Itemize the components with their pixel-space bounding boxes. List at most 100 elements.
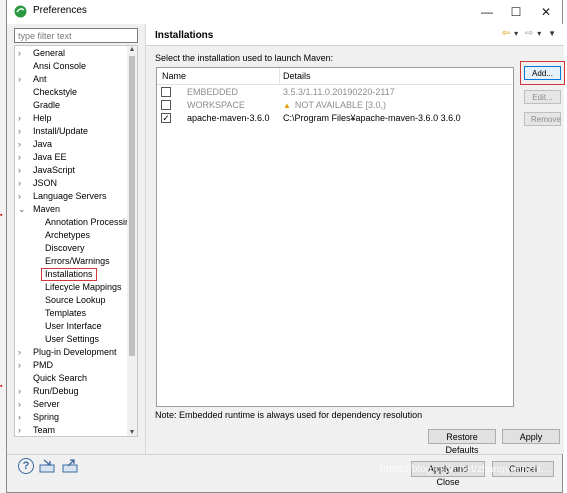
- tree-item-label: Run/Debug: [33, 386, 79, 396]
- tree-item-label: User Settings: [45, 334, 100, 344]
- footer-separator: [7, 454, 562, 455]
- table-row[interactable]: WORKSPACE ▲ NOT AVAILABLE [3.0,): [157, 99, 513, 112]
- warning-icon: ▲: [283, 101, 291, 110]
- tree-item-label: Ansi Console: [33, 61, 87, 71]
- back-arrow-icon[interactable]: ⇦: [502, 28, 510, 39]
- remove-button[interactable]: Remove: [524, 112, 561, 126]
- tree-item-label: Language Servers: [33, 191, 107, 201]
- page-title: Installations: [155, 30, 214, 41]
- chevron-right-icon[interactable]: ›: [18, 190, 26, 203]
- minimize-button[interactable]: —: [473, 2, 501, 22]
- page-description: Select the installation used to launch M…: [155, 53, 334, 63]
- table-row[interactable]: ✓ apache-maven-3.6.0 C:\Program Files¥apac…: [157, 112, 513, 125]
- tree-item-label: Archetypes: [45, 230, 91, 240]
- chevron-right-icon[interactable]: ›: [18, 138, 26, 151]
- table-header: Name Details: [157, 68, 513, 85]
- watermark-text: https://blog.csdn.net/zhangyuanzhi...: [380, 464, 550, 475]
- history-nav: ⇦ ▾ ⇨ ▾ ▼: [498, 28, 556, 39]
- installation-name: WORKSPACE: [187, 100, 245, 110]
- tree-item-label: Install/Update: [33, 126, 89, 136]
- preferences-window: Preferences — ☐ ✕ › General Ansi Console › A…: [6, 0, 565, 493]
- window-title: Preferences: [33, 5, 87, 16]
- tree-item-label: User Interface: [45, 321, 102, 331]
- tree-item-label: Gradle: [33, 100, 61, 110]
- tree-item-label: JavaScript: [33, 165, 76, 175]
- installations-table: Name Details EMBEDDED 3.5.3/1.11.0.201902…: [156, 67, 514, 407]
- view-menu-icon[interactable]: ▼: [548, 29, 556, 38]
- installation-name: EMBEDDED: [187, 87, 239, 97]
- tree-item-label: Quick Search: [33, 373, 88, 383]
- tree-item-label: Templates: [45, 308, 87, 318]
- chevron-right-icon[interactable]: ›: [18, 398, 26, 411]
- preferences-tree: › General Ansi Console › Ant Checkstyle Gradle…: [14, 45, 138, 437]
- installation-checkbox[interactable]: [161, 100, 171, 110]
- tree-item-label: Ant: [33, 74, 47, 84]
- column-header-details[interactable]: Details: [283, 71, 311, 81]
- installations-page: Installations ⇦ ▾ ⇨ ▾ ▼ Select the install…: [145, 24, 565, 455]
- close-button[interactable]: ✕: [532, 2, 560, 22]
- tree-item-label: General: [33, 48, 66, 58]
- help-icon[interactable]: ?: [18, 458, 34, 474]
- export-icon[interactable]: [62, 459, 78, 473]
- tree-item-label: Lifecycle Mappings: [45, 282, 122, 292]
- tree-item-label: JSON: [33, 178, 58, 188]
- tree-item-label: Server: [33, 399, 60, 409]
- import-icon[interactable]: [39, 459, 55, 473]
- chevron-right-icon[interactable]: ›: [18, 125, 26, 138]
- scroll-down-icon[interactable]: ▼: [127, 429, 137, 436]
- tree-item-label: Installations: [41, 268, 97, 281]
- installation-checkbox[interactable]: [161, 87, 171, 97]
- filter-input[interactable]: [14, 28, 138, 43]
- add-button[interactable]: Add...: [524, 66, 561, 80]
- tree-item-label: Spring: [33, 412, 60, 422]
- restore-defaults-button[interactable]: Restore Defaults: [428, 429, 496, 455]
- tree-item-label: Discovery: [45, 243, 85, 253]
- eclipse-app-icon: [14, 5, 27, 18]
- tree-item-label: Plug-in Development: [33, 347, 117, 357]
- column-divider[interactable]: [279, 68, 280, 85]
- tree-item-label: Java EE: [33, 152, 67, 162]
- installation-details: ▲ NOT AVAILABLE [3.0,): [283, 100, 386, 110]
- scroll-up-icon[interactable]: ▲: [127, 46, 137, 53]
- chevron-right-icon[interactable]: ›: [18, 47, 26, 60]
- chevron-down-icon[interactable]: ▾: [514, 29, 518, 38]
- table-row[interactable]: EMBEDDED 3.5.3/1.11.0.20190220-2117: [157, 86, 513, 99]
- chevron-right-icon[interactable]: ›: [18, 73, 26, 86]
- chevron-right-icon[interactable]: ›: [18, 385, 26, 398]
- scrollbar-thumb[interactable]: [129, 56, 135, 356]
- tree-item-label: Errors/Warnings: [45, 256, 110, 266]
- installation-details-text: NOT AVAILABLE [3.0,): [294, 100, 386, 110]
- maximize-button[interactable]: ☐: [502, 2, 530, 22]
- installation-name: apache-maven-3.6.0: [187, 113, 270, 123]
- chevron-right-icon[interactable]: ›: [18, 164, 26, 177]
- chevron-right-icon[interactable]: ›: [18, 411, 26, 424]
- title-bar: Preferences — ☐ ✕: [7, 0, 562, 24]
- chevron-right-icon[interactable]: ›: [18, 424, 26, 436]
- tree-item-label: Java: [33, 139, 53, 149]
- chevron-right-icon[interactable]: ›: [18, 346, 26, 359]
- tree-item-label: Checkstyle: [33, 87, 78, 97]
- tree-item-label: Annotation Processin: [45, 217, 131, 227]
- runtime-note: Note: Embedded runtime is always used fo…: [155, 410, 423, 420]
- installation-checkbox[interactable]: ✓: [161, 113, 171, 123]
- chevron-right-icon[interactable]: ›: [18, 151, 26, 164]
- chevron-right-icon[interactable]: ›: [18, 359, 26, 372]
- tree-item-label: PMD: [33, 360, 53, 370]
- tree-item-label: Maven: [33, 204, 61, 214]
- apply-button[interactable]: Apply: [502, 429, 560, 444]
- tree-item-label: Help: [33, 113, 52, 123]
- column-header-name[interactable]: Name: [162, 71, 186, 81]
- installation-details-text: 3.5.3/1.11.0.20190220-2117: [283, 87, 395, 97]
- tree-scrollbar[interactable]: ▲ ▼: [127, 46, 137, 436]
- chevron-right-icon[interactable]: ›: [18, 177, 26, 190]
- chevron-down-icon[interactable]: ▾: [537, 29, 541, 38]
- edit-button[interactable]: Edit...: [524, 90, 561, 104]
- installation-details: C:\Program Files¥apache-maven-3.6.0 3.6.…: [283, 113, 461, 123]
- chevron-right-icon[interactable]: ›: [18, 112, 26, 125]
- chevron-down-icon[interactable]: ⌄: [18, 203, 26, 216]
- tree-item-label: Source Lookup: [45, 295, 106, 305]
- forward-arrow-icon[interactable]: ⇨: [525, 28, 533, 39]
- installation-details: 3.5.3/1.11.0.20190220-2117: [283, 87, 395, 97]
- page-header: Installations ⇦ ▾ ⇨ ▾ ▼: [146, 24, 564, 46]
- installation-details-text: C:\Program Files¥apache-maven-3.6.0 3.6.…: [283, 113, 461, 123]
